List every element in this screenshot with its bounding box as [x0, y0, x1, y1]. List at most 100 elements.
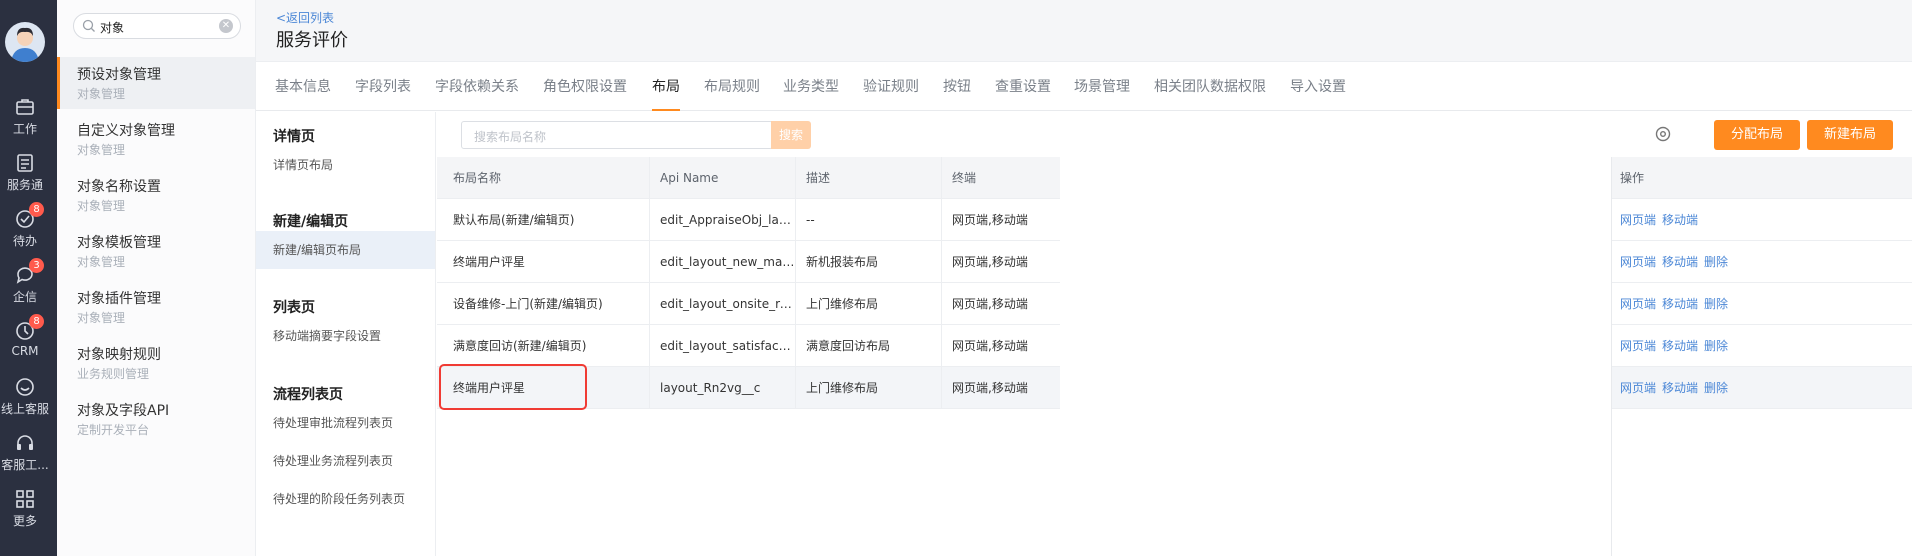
- sidebar-item-preset-objects[interactable]: 预设对象管理 对象管理: [57, 57, 255, 109]
- delete-link[interactable]: 删除: [1704, 339, 1728, 353]
- tab-business-types[interactable]: 业务类型: [783, 63, 839, 111]
- ops-cell: 网页端 移动端 删除: [1612, 241, 1912, 283]
- subnav-item-mobile-summary[interactable]: 移动端摘要字段设置: [256, 317, 435, 355]
- layout-search-input[interactable]: 搜索布局名称: [461, 121, 773, 149]
- ops-row: 网页端 移动端 删除: [1612, 241, 1912, 283]
- mobile-layout-link[interactable]: 移动端: [1662, 381, 1698, 395]
- gear-icon[interactable]: [1654, 125, 1672, 143]
- ops-cell: 网页端 移动端 删除: [1612, 283, 1912, 325]
- grid-icon: [16, 490, 34, 508]
- delete-link[interactable]: 删除: [1704, 255, 1728, 269]
- chat-badge: 3: [29, 258, 44, 273]
- sidebar-item-object-mapping[interactable]: 对象映射规则 业务规则管理: [57, 337, 255, 389]
- new-layout-button[interactable]: 新建布局: [1807, 120, 1893, 150]
- rail-item-more[interactable]: 更多: [0, 488, 50, 529]
- subnav-item-approval-flow[interactable]: 待处理审批流程列表页: [256, 404, 435, 442]
- rail-item-service[interactable]: 服务通: [0, 152, 50, 193]
- menu-title: 对象插件管理: [77, 291, 161, 307]
- layout-name-cell: 设备维修-上门(新建/编辑页): [453, 297, 603, 311]
- sidebar-item-object-api[interactable]: 对象及字段API 定制开发平台: [57, 393, 255, 445]
- column-header: 终端: [941, 157, 1060, 199]
- section-title-edit: 新建/编辑页: [273, 214, 349, 230]
- terminal-cell: 网页端,移动端: [941, 199, 1060, 241]
- rail-item-online-service[interactable]: 线上客服: [0, 376, 50, 417]
- web-layout-link[interactable]: 网页端: [1620, 339, 1656, 353]
- back-to-list-link[interactable]: <返回列表: [276, 9, 334, 26]
- mobile-layout-link[interactable]: 移动端: [1662, 297, 1698, 311]
- tab-team-data-permissions[interactable]: 相关团队数据权限: [1154, 63, 1266, 111]
- subnav-item-detail-layout[interactable]: 详情页布局: [256, 146, 435, 184]
- delete-link[interactable]: 删除: [1704, 381, 1728, 395]
- sidebar-item-object-names[interactable]: 对象名称设置 对象管理: [57, 169, 255, 221]
- tab-buttons[interactable]: 按钮: [943, 63, 971, 111]
- rail-label: 企信: [12, 290, 37, 304]
- column-header: 描述: [795, 157, 941, 199]
- settings-sidebar: 对象 ✕ 预设对象管理 对象管理 自定义对象管理 对象管理 对象名称设置 对象管…: [57, 0, 256, 556]
- web-layout-link[interactable]: 网页端: [1620, 213, 1656, 227]
- tab-scene-management[interactable]: 场景管理: [1074, 63, 1130, 111]
- tab-field-list[interactable]: 字段列表: [355, 63, 411, 111]
- subnav-item-stage-tasks[interactable]: 待处理的阶段任务列表页: [256, 480, 435, 518]
- rail-label: 待办: [12, 234, 37, 248]
- rail-item-todo[interactable]: 8 待办: [0, 202, 50, 249]
- avatar[interactable]: [5, 22, 45, 62]
- rail-item-work[interactable]: 工作: [0, 96, 50, 137]
- rail-item-chat[interactable]: 3 企信: [0, 258, 50, 305]
- table-row[interactable]: 设备维修-上门(新建/编辑页) edit_layout_onsite_repai…: [437, 283, 1060, 325]
- rail-label: 工作: [12, 122, 37, 136]
- tab-layout[interactable]: 布局: [652, 63, 680, 111]
- layout-content: 搜索布局名称 搜索 分配布局 新建布局 布局名称 Api Name 描述 终端 …: [437, 112, 1912, 556]
- rail-item-service-desk[interactable]: 客服工...: [0, 432, 50, 473]
- subnav-item-edit-layout[interactable]: 新建/编辑页布局: [256, 231, 435, 269]
- tab-duplicate-check[interactable]: 查重设置: [995, 63, 1051, 111]
- table-row[interactable]: 默认布局(新建/编辑页) edit_AppraiseObj_layout -- …: [437, 199, 1060, 241]
- layout-subnav: 详情页 详情页布局 新建/编辑页 新建/编辑页布局 列表页 移动端摘要字段设置 …: [256, 112, 436, 556]
- ops-row: 网页端 移动端 删除: [1612, 325, 1912, 367]
- rail-label: CRM: [11, 344, 39, 358]
- tab-validation-rules[interactable]: 验证规则: [863, 63, 919, 111]
- page-title: 服务评价: [276, 30, 348, 51]
- description-cell: 新机报装布局: [795, 241, 941, 283]
- rail-item-crm[interactable]: 8 CRM: [0, 314, 50, 358]
- column-header: Api Name: [649, 157, 795, 199]
- tab-import-settings[interactable]: 导入设置: [1290, 63, 1346, 111]
- clear-icon[interactable]: ✕: [219, 19, 233, 33]
- tab-layout-rules[interactable]: 布局规则: [704, 63, 760, 111]
- ops-cell: 网页端 移动端: [1612, 199, 1912, 241]
- section-title-list: 列表页: [273, 300, 315, 316]
- delete-link[interactable]: 删除: [1704, 297, 1728, 311]
- sidebar-item-object-templates[interactable]: 对象模板管理 对象管理: [57, 225, 255, 277]
- tab-basic-info[interactable]: 基本信息: [275, 63, 331, 111]
- assign-layout-button[interactable]: 分配布局: [1714, 120, 1800, 150]
- ops-cell: 网页端 移动端 删除: [1612, 325, 1912, 367]
- mobile-layout-link[interactable]: 移动端: [1662, 255, 1698, 269]
- menu-subtitle: 对象管理: [77, 143, 126, 157]
- sidebar-item-object-plugins[interactable]: 对象插件管理 对象管理: [57, 281, 255, 333]
- menu-subtitle: 定制开发平台: [77, 423, 150, 437]
- table-row[interactable]: 满意度回访(新建/编辑页) edit_layout_satisfaction 满…: [437, 325, 1060, 367]
- subnav-item-business-flow[interactable]: 待处理业务流程列表页: [256, 442, 435, 480]
- mobile-layout-link[interactable]: 移动端: [1662, 339, 1698, 353]
- menu-subtitle: 对象管理: [77, 87, 126, 101]
- rail-label: 服务通: [6, 178, 43, 192]
- table-row[interactable]: 终端用户评星 edit_layout_new_machine 新机报装布局 网页…: [437, 241, 1060, 283]
- api-name-cell: layout_Rn2vg__c: [649, 367, 795, 409]
- web-layout-link[interactable]: 网页端: [1620, 255, 1656, 269]
- mobile-layout-link[interactable]: 移动端: [1662, 213, 1698, 227]
- ops-row: 网页端 移动端: [1612, 199, 1912, 241]
- description-cell: 上门维修布局: [795, 367, 941, 409]
- tab-field-dependency[interactable]: 字段依赖关系: [435, 63, 519, 111]
- app-rail: 工作 服务通 8 待办 3 企信 8 CRM 线上客服 客服工... 更多: [0, 0, 57, 556]
- tab-role-permissions[interactable]: 角色权限设置: [543, 63, 627, 111]
- layout-name-cell: 终端用户评星: [453, 255, 526, 269]
- sidebar-search-input[interactable]: 对象 ✕: [73, 13, 241, 39]
- column-header: 操作: [1620, 171, 1645, 185]
- description-cell: 满意度回访布局: [795, 325, 941, 367]
- terminal-cell: 网页端,移动端: [941, 325, 1060, 367]
- sidebar-item-custom-objects[interactable]: 自定义对象管理 对象管理: [57, 113, 255, 165]
- web-layout-link[interactable]: 网页端: [1620, 297, 1656, 311]
- search-icon: [82, 19, 95, 32]
- web-layout-link[interactable]: 网页端: [1620, 381, 1656, 395]
- layout-search-button[interactable]: 搜索: [771, 121, 811, 149]
- menu-subtitle: 对象管理: [77, 199, 126, 213]
